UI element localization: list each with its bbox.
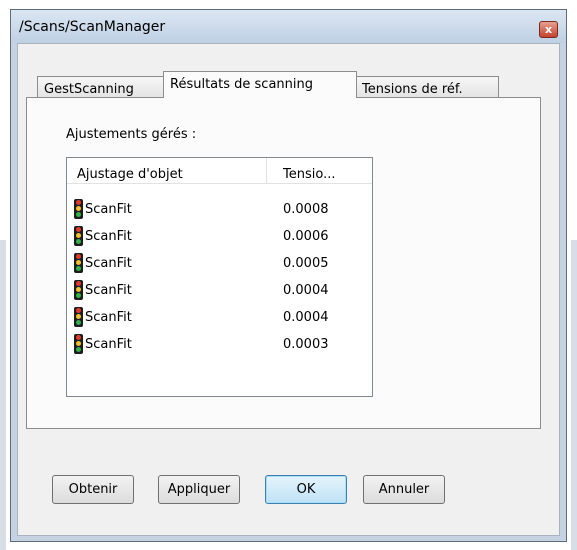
- traffic-light-icon: [74, 199, 83, 219]
- tab-label: Résultats de scanning: [170, 77, 313, 92]
- adjustments-label: Ajustements gérés :: [66, 127, 197, 142]
- tab-label: Tensions de réf.: [362, 82, 463, 97]
- column-header-label: Tensio...: [283, 167, 336, 182]
- fit-name: ScanFit: [85, 229, 132, 244]
- tension-value: 0.0004: [283, 283, 329, 298]
- fit-name: ScanFit: [85, 256, 132, 271]
- tab-tensions-de-ref[interactable]: Tensions de réf.: [355, 76, 499, 99]
- traffic-light-icon: [74, 253, 83, 273]
- traffic-light-icon: [74, 226, 83, 246]
- apply-button[interactable]: Appliquer: [158, 475, 240, 504]
- background-strip-right: [571, 240, 577, 550]
- tab-gestscanning[interactable]: GestScanning: [37, 76, 165, 99]
- list-item[interactable]: ScanFit 0.0008: [67, 198, 372, 224]
- fit-name: ScanFit: [85, 337, 132, 352]
- tab-resultats-de-scanning[interactable]: Résultats de scanning: [163, 71, 357, 98]
- column-header-object[interactable]: Ajustage d'objet: [67, 158, 267, 184]
- column-header-tension[interactable]: Tensio...: [267, 158, 372, 184]
- column-header-label: Ajustage d'objet: [77, 167, 183, 182]
- tab-label: GestScanning: [44, 82, 134, 97]
- window-title: /Scans/ScanManager: [19, 19, 166, 35]
- traffic-light-icon: [74, 307, 83, 327]
- title-bar[interactable]: /Scans/ScanManager x: [11, 10, 566, 43]
- traffic-light-icon: [74, 334, 83, 354]
- tension-value: 0.0003: [283, 337, 329, 352]
- ok-button[interactable]: OK: [265, 475, 347, 504]
- results-list[interactable]: Ajustage d'objet Tensio... ScanFit 0.000…: [66, 157, 373, 397]
- background-strip-left: [0, 240, 6, 550]
- tension-value: 0.0005: [283, 256, 329, 271]
- list-item[interactable]: ScanFit 0.0006: [67, 225, 372, 251]
- list-item[interactable]: ScanFit 0.0003: [67, 333, 372, 359]
- close-button[interactable]: x: [539, 21, 558, 38]
- tension-value: 0.0004: [283, 310, 329, 325]
- list-item[interactable]: ScanFit 0.0004: [67, 279, 372, 305]
- cancel-button[interactable]: Annuler: [363, 475, 445, 504]
- fit-name: ScanFit: [85, 310, 132, 325]
- list-item[interactable]: ScanFit 0.0005: [67, 252, 372, 278]
- fit-name: ScanFit: [85, 283, 132, 298]
- fit-name: ScanFit: [85, 202, 132, 217]
- traffic-light-icon: [74, 280, 83, 300]
- list-item[interactable]: ScanFit 0.0004: [67, 306, 372, 332]
- tension-value: 0.0008: [283, 202, 329, 217]
- tension-value: 0.0006: [283, 229, 329, 244]
- get-button[interactable]: Obtenir: [52, 475, 134, 504]
